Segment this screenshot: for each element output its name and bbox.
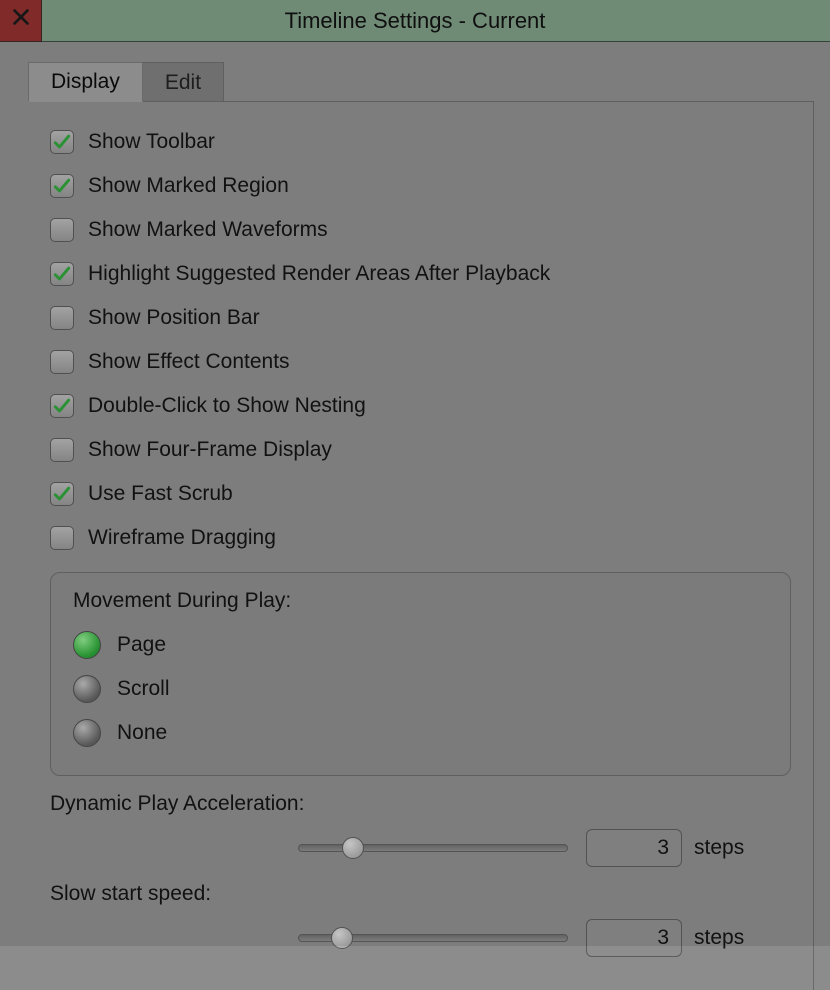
checkbox-show-four-frame[interactable] — [50, 438, 74, 462]
checkbox-highlight-render-areas[interactable] — [50, 262, 74, 286]
radio-none[interactable] — [73, 719, 101, 747]
check-row-use-fast-scrub: Use Fast Scrub — [50, 472, 791, 516]
unit-label: steps — [694, 836, 744, 860]
radio-label: Scroll — [117, 677, 170, 701]
checkbox-label: Highlight Suggested Render Areas After P… — [88, 262, 550, 286]
checkbox-double-click-nesting[interactable] — [50, 394, 74, 418]
slow-start-input[interactable] — [586, 919, 682, 957]
close-button[interactable] — [0, 0, 42, 42]
slow-start-slider[interactable] — [298, 934, 568, 942]
slow-start-label: Slow start speed: — [50, 882, 791, 906]
movement-during-play-group: Movement During Play: Page Scroll None — [50, 572, 791, 776]
dynamic-accel-row: steps — [298, 826, 791, 870]
check-row-show-toolbar: Show Toolbar — [50, 120, 791, 164]
dynamic-accel-input[interactable] — [586, 829, 682, 867]
check-row-wireframe-dragging: Wireframe Dragging — [50, 516, 791, 560]
checkbox-label: Show Effect Contents — [88, 350, 290, 374]
checkbox-show-position-bar[interactable] — [50, 306, 74, 330]
check-row-show-effect-contents: Show Effect Contents — [50, 340, 791, 384]
radio-page[interactable] — [73, 631, 101, 659]
checkbox-show-marked-waveforms[interactable] — [50, 218, 74, 242]
checkbox-wireframe-dragging[interactable] — [50, 526, 74, 550]
radio-row-page: Page — [73, 623, 768, 667]
check-row-highlight-render-areas: Highlight Suggested Render Areas After P… — [50, 252, 791, 296]
check-row-show-marked-region: Show Marked Region — [50, 164, 791, 208]
tab-display[interactable]: Display — [28, 62, 143, 102]
display-panel: Show Toolbar Show Marked Region Show Mar… — [28, 101, 814, 990]
checkbox-label: Show Marked Region — [88, 174, 289, 198]
checkbox-label: Show Four-Frame Display — [88, 438, 332, 462]
slider-thumb[interactable] — [342, 837, 364, 859]
checkbox-label: Show Position Bar — [88, 306, 260, 330]
check-row-show-four-frame: Show Four-Frame Display — [50, 428, 791, 472]
radio-scroll[interactable] — [73, 675, 101, 703]
radio-label: Page — [117, 633, 166, 657]
dynamic-accel-slider[interactable] — [298, 844, 568, 852]
tab-edit[interactable]: Edit — [142, 62, 224, 102]
checkbox-use-fast-scrub[interactable] — [50, 482, 74, 506]
checkbox-label: Use Fast Scrub — [88, 482, 233, 506]
checkbox-show-toolbar[interactable] — [50, 130, 74, 154]
tab-label: Edit — [165, 71, 201, 95]
check-row-show-marked-waveforms: Show Marked Waveforms — [50, 208, 791, 252]
checkbox-label: Show Toolbar — [88, 130, 215, 154]
checkbox-label: Double-Click to Show Nesting — [88, 394, 366, 418]
radio-label: None — [117, 721, 167, 745]
unit-label: steps — [694, 926, 744, 950]
checkbox-label: Wireframe Dragging — [88, 526, 276, 550]
window-title: Timeline Settings - Current — [0, 8, 830, 34]
close-icon — [10, 6, 32, 34]
check-row-double-click-nesting: Double-Click to Show Nesting — [50, 384, 791, 428]
check-row-show-position-bar: Show Position Bar — [50, 296, 791, 340]
radio-row-none: None — [73, 711, 768, 755]
dynamic-accel-label: Dynamic Play Acceleration: — [50, 792, 791, 816]
slow-start-row: steps — [298, 916, 791, 960]
group-title: Movement During Play: — [73, 589, 768, 613]
checkbox-show-marked-region[interactable] — [50, 174, 74, 198]
checkbox-show-effect-contents[interactable] — [50, 350, 74, 374]
tab-label: Display — [51, 70, 120, 94]
radio-row-scroll: Scroll — [73, 667, 768, 711]
titlebar: Timeline Settings - Current — [0, 0, 830, 42]
checkbox-label: Show Marked Waveforms — [88, 218, 328, 242]
tabstrip: Display Edit — [28, 60, 830, 102]
